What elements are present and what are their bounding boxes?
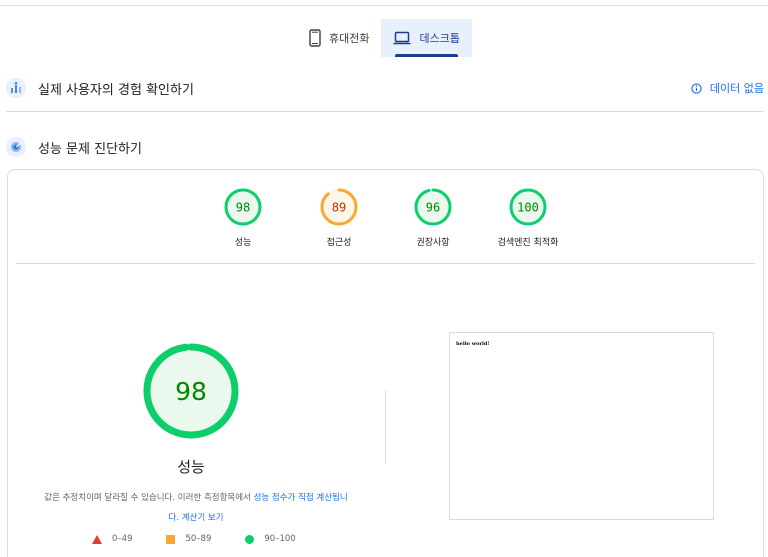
diagnostics-title: 성능 문제 진단하기 [38,141,142,157]
performance-gauge: 98 [143,343,239,439]
square-icon [166,534,176,544]
performance-score: 98 [175,377,207,406]
info-icon [691,82,702,94]
no-data-status[interactable]: 데이터 없음 [691,80,764,96]
gauge-score: 100 [517,201,539,215]
legend-range: 90–100 [264,534,296,544]
triangle-icon [92,534,102,544]
laptop-icon [393,31,411,45]
section-divider [6,111,764,112]
legend-range: 0–49 [112,534,133,544]
performance-description: 값은 추정치이며 달라질 수 있습니다. 이러한 측정항목에서 성능 점수가 직… [24,488,368,528]
calculator-link[interactable]: 계산기 보기 [182,513,224,523]
legend-fail: 0–49 [92,534,132,544]
score-legend: 0–49 50–89 90–100 [92,534,330,544]
gauge-label: 검색엔진 최적화 [497,238,559,248]
gauge-best-practices[interactable]: 96 권장사항 [378,187,488,248]
tab-desktop[interactable]: 데스크톱 [381,19,472,57]
device-tabs: 휴대전화 데스크톱 [297,19,472,57]
category-gauges: 98 성능 89 접근성 96 권장사항 100 검색엔진 최적화 [8,170,763,264]
legend-average: 50–89 [166,534,211,544]
legend-pass: 90–100 [245,534,296,544]
top-strip [0,0,768,6]
gauge-seo[interactable]: 100 검색엔진 최적화 [473,187,583,248]
performance-label: 성능 [177,458,205,476]
tab-mobile[interactable]: 휴대전화 [297,19,381,57]
lighthouse-icon [6,137,26,157]
gauge-score: 89 [332,201,346,215]
no-data-label: 데이터 없음 [709,82,764,95]
gauge-score: 98 [236,201,250,215]
gauge-label: 접근성 [326,238,352,248]
gauge-score: 96 [426,201,440,215]
gauge-label: 권장사항 [416,238,450,248]
legend-range: 50–89 [185,534,212,544]
vertical-divider [385,390,386,464]
tab-mobile-label: 휴대전화 [329,32,370,45]
description-text: 값은 추정치이며 달라질 수 있습니다. 이러한 측정항목에서 [44,493,254,503]
gauge-ring: 89 [320,188,358,226]
preview-text: hello world! [456,341,490,347]
gauge-ring: 96 [414,188,452,226]
gauges-divider [16,263,755,264]
circle-icon [245,534,255,544]
score-calculation-link[interactable]: 성능 점수가 직접 계산됩니 [254,493,348,503]
gauge-performance[interactable]: 98 성능 [188,187,298,248]
diagnostics-header: 성능 문제 진단하기 [6,135,764,159]
field-data-title: 실제 사용자의 경험 확인하기 [38,82,194,98]
gauge-ring: 100 [509,188,547,226]
field-data-header: 실제 사용자의 경험 확인하기 데이터 없음 [6,76,764,100]
tab-desktop-label: 데스크톱 [419,32,460,45]
gauge-ring: 98 [224,188,262,226]
page-screenshot-preview[interactable]: hello world! [449,332,714,520]
users-chart-icon [6,78,26,98]
score-calculation-link-end[interactable]: 다. [168,513,179,523]
report-card: 98 성능 89 접근성 96 권장사항 100 검색엔진 최적화 98 성능 … [7,169,764,557]
mobile-phone-icon [309,29,321,47]
gauge-label: 성능 [234,238,252,248]
